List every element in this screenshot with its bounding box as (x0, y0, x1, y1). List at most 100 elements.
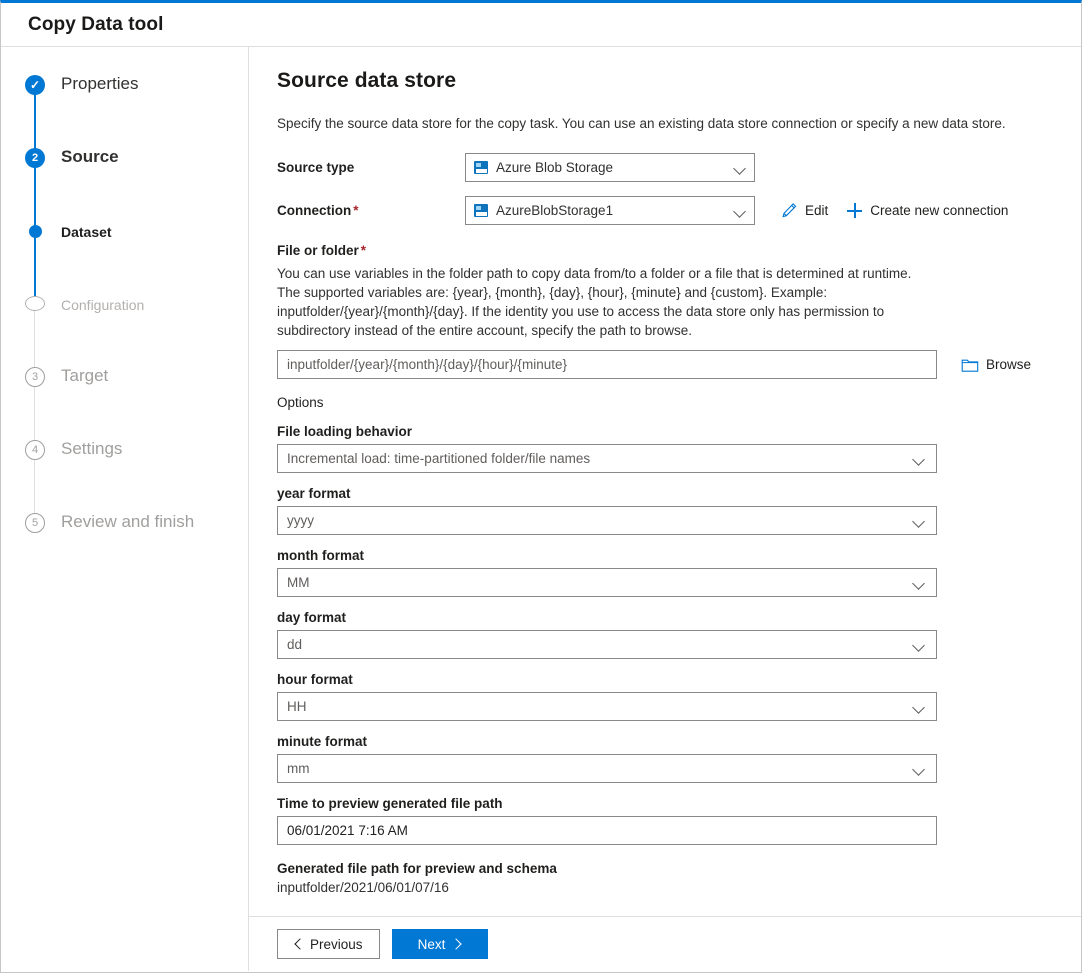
file-loading-behavior-block: File loading behavior Incremental load: … (277, 424, 1053, 473)
chevron-down-icon (732, 160, 748, 176)
previous-button-label: Previous (310, 937, 363, 952)
file-or-folder-help: You can use variables in the folder path… (277, 264, 937, 340)
azure-blob-storage-icon (474, 161, 488, 174)
hour-format-value: HH (287, 699, 911, 714)
sidebar-step-label: Dataset (61, 221, 112, 243)
browse-button[interactable]: Browse (955, 354, 1037, 376)
step-number-badge: 3 (25, 367, 45, 387)
window-body: ✓ Properties 2 Source Dataset Configur (1, 47, 1081, 971)
connection-actions: Edit Create new connection (775, 199, 1014, 222)
connection-value: AzureBlobStorage1 (496, 203, 732, 218)
create-new-connection-label: Create new connection (870, 203, 1008, 219)
step-number-badge: 4 (25, 440, 45, 460)
check-icon: ✓ (25, 75, 45, 95)
connection-label: Connection* (277, 203, 465, 218)
title-bar: Copy Data tool (1, 3, 1081, 47)
next-button-label: Next (418, 937, 446, 952)
chevron-down-icon (911, 451, 927, 467)
file-or-folder-label-text: File or folder (277, 243, 359, 258)
required-asterisk: * (361, 243, 366, 258)
filled-dot-icon (25, 221, 45, 241)
file-loading-behavior-dropdown[interactable]: Incremental load: time-partitioned folde… (277, 444, 937, 473)
sidebar-step-target[interactable]: 3 Target (25, 365, 248, 438)
sidebar-step-settings[interactable]: 4 Settings (25, 438, 248, 511)
day-format-value: dd (287, 637, 911, 652)
year-format-block: year format yyyy (277, 486, 1053, 535)
sidebar-step-properties[interactable]: ✓ Properties (25, 73, 248, 146)
chevron-down-icon (911, 637, 927, 653)
hour-format-dropdown[interactable]: HH (277, 692, 937, 721)
minute-format-dropdown[interactable]: mm (277, 754, 937, 783)
chevron-down-icon (911, 575, 927, 591)
page-subtitle: Specify the source data store for the co… (277, 115, 1053, 133)
wizard-footer: Previous Next (249, 916, 1081, 971)
sidebar-step-review-and-finish[interactable]: 5 Review and finish (25, 511, 248, 584)
sidebar-step-dataset[interactable]: Dataset (25, 219, 248, 292)
copy-data-tool-window: Copy Data tool ✓ Properties 2 Source (0, 0, 1082, 973)
year-format-dropdown[interactable]: yyyy (277, 506, 937, 535)
sidebar-step-label: Properties (61, 73, 138, 95)
time-to-preview-input[interactable]: 06/01/2021 7:16 AM (277, 816, 937, 845)
hour-format-label: hour format (277, 672, 1053, 687)
main-pane: Source data store Specify the source dat… (249, 47, 1081, 971)
minute-format-label: minute format (277, 734, 1053, 749)
month-format-label: month format (277, 548, 1053, 563)
page-title: Source data store (277, 69, 1053, 93)
time-to-preview-value: 06/01/2021 7:16 AM (287, 823, 408, 838)
wizard-steps: ✓ Properties 2 Source Dataset Configur (1, 73, 248, 584)
plus-icon (846, 202, 863, 219)
chevron-left-icon (294, 940, 303, 949)
chevron-down-icon (732, 203, 748, 219)
minute-format-value: mm (287, 761, 911, 776)
previous-button[interactable]: Previous (277, 929, 380, 959)
sidebar-step-label: Target (61, 365, 108, 387)
day-format-label: day format (277, 610, 1053, 625)
empty-circle-icon (25, 296, 45, 311)
month-format-block: month format MM (277, 548, 1053, 597)
time-to-preview-block: Time to preview generated file path 06/0… (277, 796, 1053, 845)
year-format-value: yyyy (287, 513, 911, 528)
edit-connection-button[interactable]: Edit (775, 199, 834, 222)
sidebar-step-configuration[interactable]: Configuration (25, 292, 248, 365)
chevron-down-icon (911, 513, 927, 529)
year-format-label: year format (277, 486, 1053, 501)
source-type-row: Source type Azure Blob Storage (277, 153, 1053, 182)
sidebar-step-label: Configuration (61, 294, 144, 316)
connection-row: Connection* AzureBlobStorage1 (277, 196, 1053, 225)
sidebar-step-label: Settings (61, 438, 122, 460)
file-loading-behavior-value: Incremental load: time-partitioned folde… (287, 451, 911, 466)
wizard-sidebar: ✓ Properties 2 Source Dataset Configur (1, 47, 249, 971)
source-type-value: Azure Blob Storage (496, 160, 732, 175)
generated-path-label: Generated file path for preview and sche… (277, 861, 1053, 876)
next-button[interactable]: Next (392, 929, 488, 959)
time-to-preview-label: Time to preview generated file path (277, 796, 1053, 811)
file-path-input[interactable]: inputfolder/{year}/{month}/{day}/{hour}/… (277, 350, 937, 379)
browse-label: Browse (986, 357, 1031, 373)
source-type-dropdown[interactable]: Azure Blob Storage (465, 153, 755, 182)
generated-path-value: inputfolder/2021/06/01/07/16 (277, 880, 1053, 895)
sidebar-step-source[interactable]: 2 Source (25, 146, 248, 219)
create-new-connection-button[interactable]: Create new connection (840, 199, 1014, 222)
file-path-row: inputfolder/{year}/{month}/{day}/{hour}/… (277, 350, 1053, 379)
chevron-right-icon (452, 940, 461, 949)
day-format-dropdown[interactable]: dd (277, 630, 937, 659)
file-loading-behavior-label: File loading behavior (277, 424, 1053, 439)
month-format-dropdown[interactable]: MM (277, 568, 937, 597)
connection-label-text: Connection (277, 203, 351, 218)
day-format-block: day format dd (277, 610, 1053, 659)
file-or-folder-label: File or folder* (277, 243, 1053, 258)
file-path-value: inputfolder/{year}/{month}/{day}/{hour}/… (287, 357, 567, 372)
options-heading: Options (277, 395, 1053, 410)
minute-format-block: minute format mm (277, 734, 1053, 783)
connection-dropdown[interactable]: AzureBlobStorage1 (465, 196, 755, 225)
main-content: Source data store Specify the source dat… (249, 47, 1081, 916)
edit-connection-label: Edit (805, 203, 828, 219)
month-format-value: MM (287, 575, 911, 590)
required-asterisk: * (353, 203, 358, 218)
hour-format-block: hour format HH (277, 672, 1053, 721)
pencil-icon (781, 202, 798, 219)
chevron-down-icon (911, 699, 927, 715)
chevron-down-icon (911, 761, 927, 777)
azure-blob-storage-icon (474, 204, 488, 217)
step-number-badge: 2 (25, 148, 45, 168)
